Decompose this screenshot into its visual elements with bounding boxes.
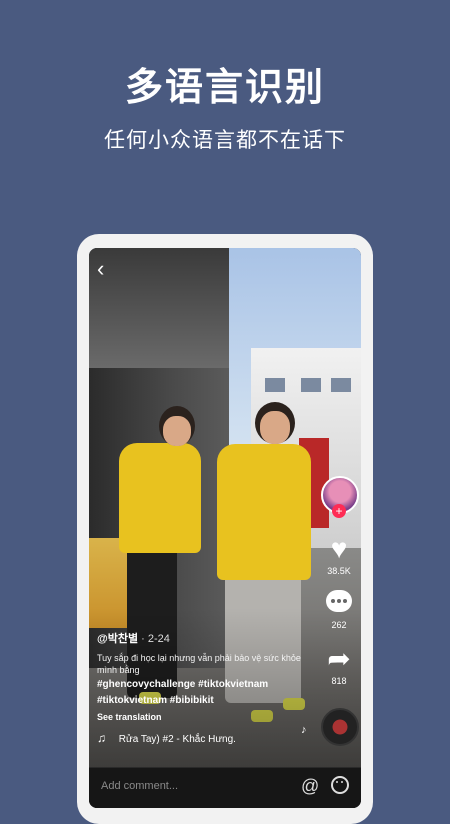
- comment-count: 262: [331, 620, 347, 630]
- floating-note-icon: ♪: [301, 724, 307, 736]
- comment-button[interactable]: 262: [317, 588, 361, 630]
- heart-icon: ♥: [330, 533, 348, 564]
- comment-input[interactable]: Add comment...: [101, 780, 178, 792]
- see-translation-link[interactable]: See translation: [97, 712, 307, 722]
- at-mention-icon[interactable]: @: [301, 776, 319, 797]
- video-screen[interactable]: ‹ + ♥ 38.5K 262 ➦ 818 @박찬별 · 2-24 Tuy sắ…: [89, 248, 361, 808]
- chevron-left-icon[interactable]: ‹: [97, 258, 104, 280]
- like-count: 38.5K: [327, 566, 351, 576]
- comment-bar: Add comment... @: [89, 767, 361, 808]
- music-disc[interactable]: [321, 708, 359, 746]
- creator-username[interactable]: @박찬별: [97, 633, 138, 645]
- caption-text: Tuy sắp đi học lại nhưng vẫn phải bảo vệ…: [97, 653, 301, 675]
- comment-icon: [317, 588, 361, 618]
- music-title: Rửa Tay) #2 - Khắc Hưng.: [118, 734, 236, 745]
- scene-awning: [89, 248, 229, 368]
- hashtags-line-1[interactable]: #ghencovychallenge #tiktokvietnam: [97, 678, 307, 692]
- share-button[interactable]: ➦ 818: [317, 643, 361, 687]
- share-icon: ➦: [327, 643, 351, 674]
- music-info[interactable]: ♫ Rửa Tay) #2 - Khắc Hưng.: [97, 731, 236, 745]
- phone-frame: ‹ + ♥ 38.5K 262 ➦ 818 @박찬별 · 2-24 Tuy sắ…: [77, 234, 373, 824]
- hashtags-line-2[interactable]: #tiktokvietnam #bibibikit: [97, 694, 307, 708]
- promo-subline: 任何小众语言都不在话下: [104, 128, 346, 152]
- post-date: · 2-24: [141, 633, 170, 645]
- emoji-icon[interactable]: [331, 776, 349, 794]
- video-caption: @박찬별 · 2-24 Tuy sắp đi học lại nhưng vẫn…: [97, 630, 307, 722]
- share-count: 818: [331, 676, 347, 686]
- follow-plus-icon[interactable]: +: [332, 504, 346, 518]
- promo-headline: 多语言识别: [124, 65, 325, 109]
- music-note-icon: ♫: [97, 731, 106, 745]
- like-button[interactable]: ♥ 38.5K: [317, 533, 361, 577]
